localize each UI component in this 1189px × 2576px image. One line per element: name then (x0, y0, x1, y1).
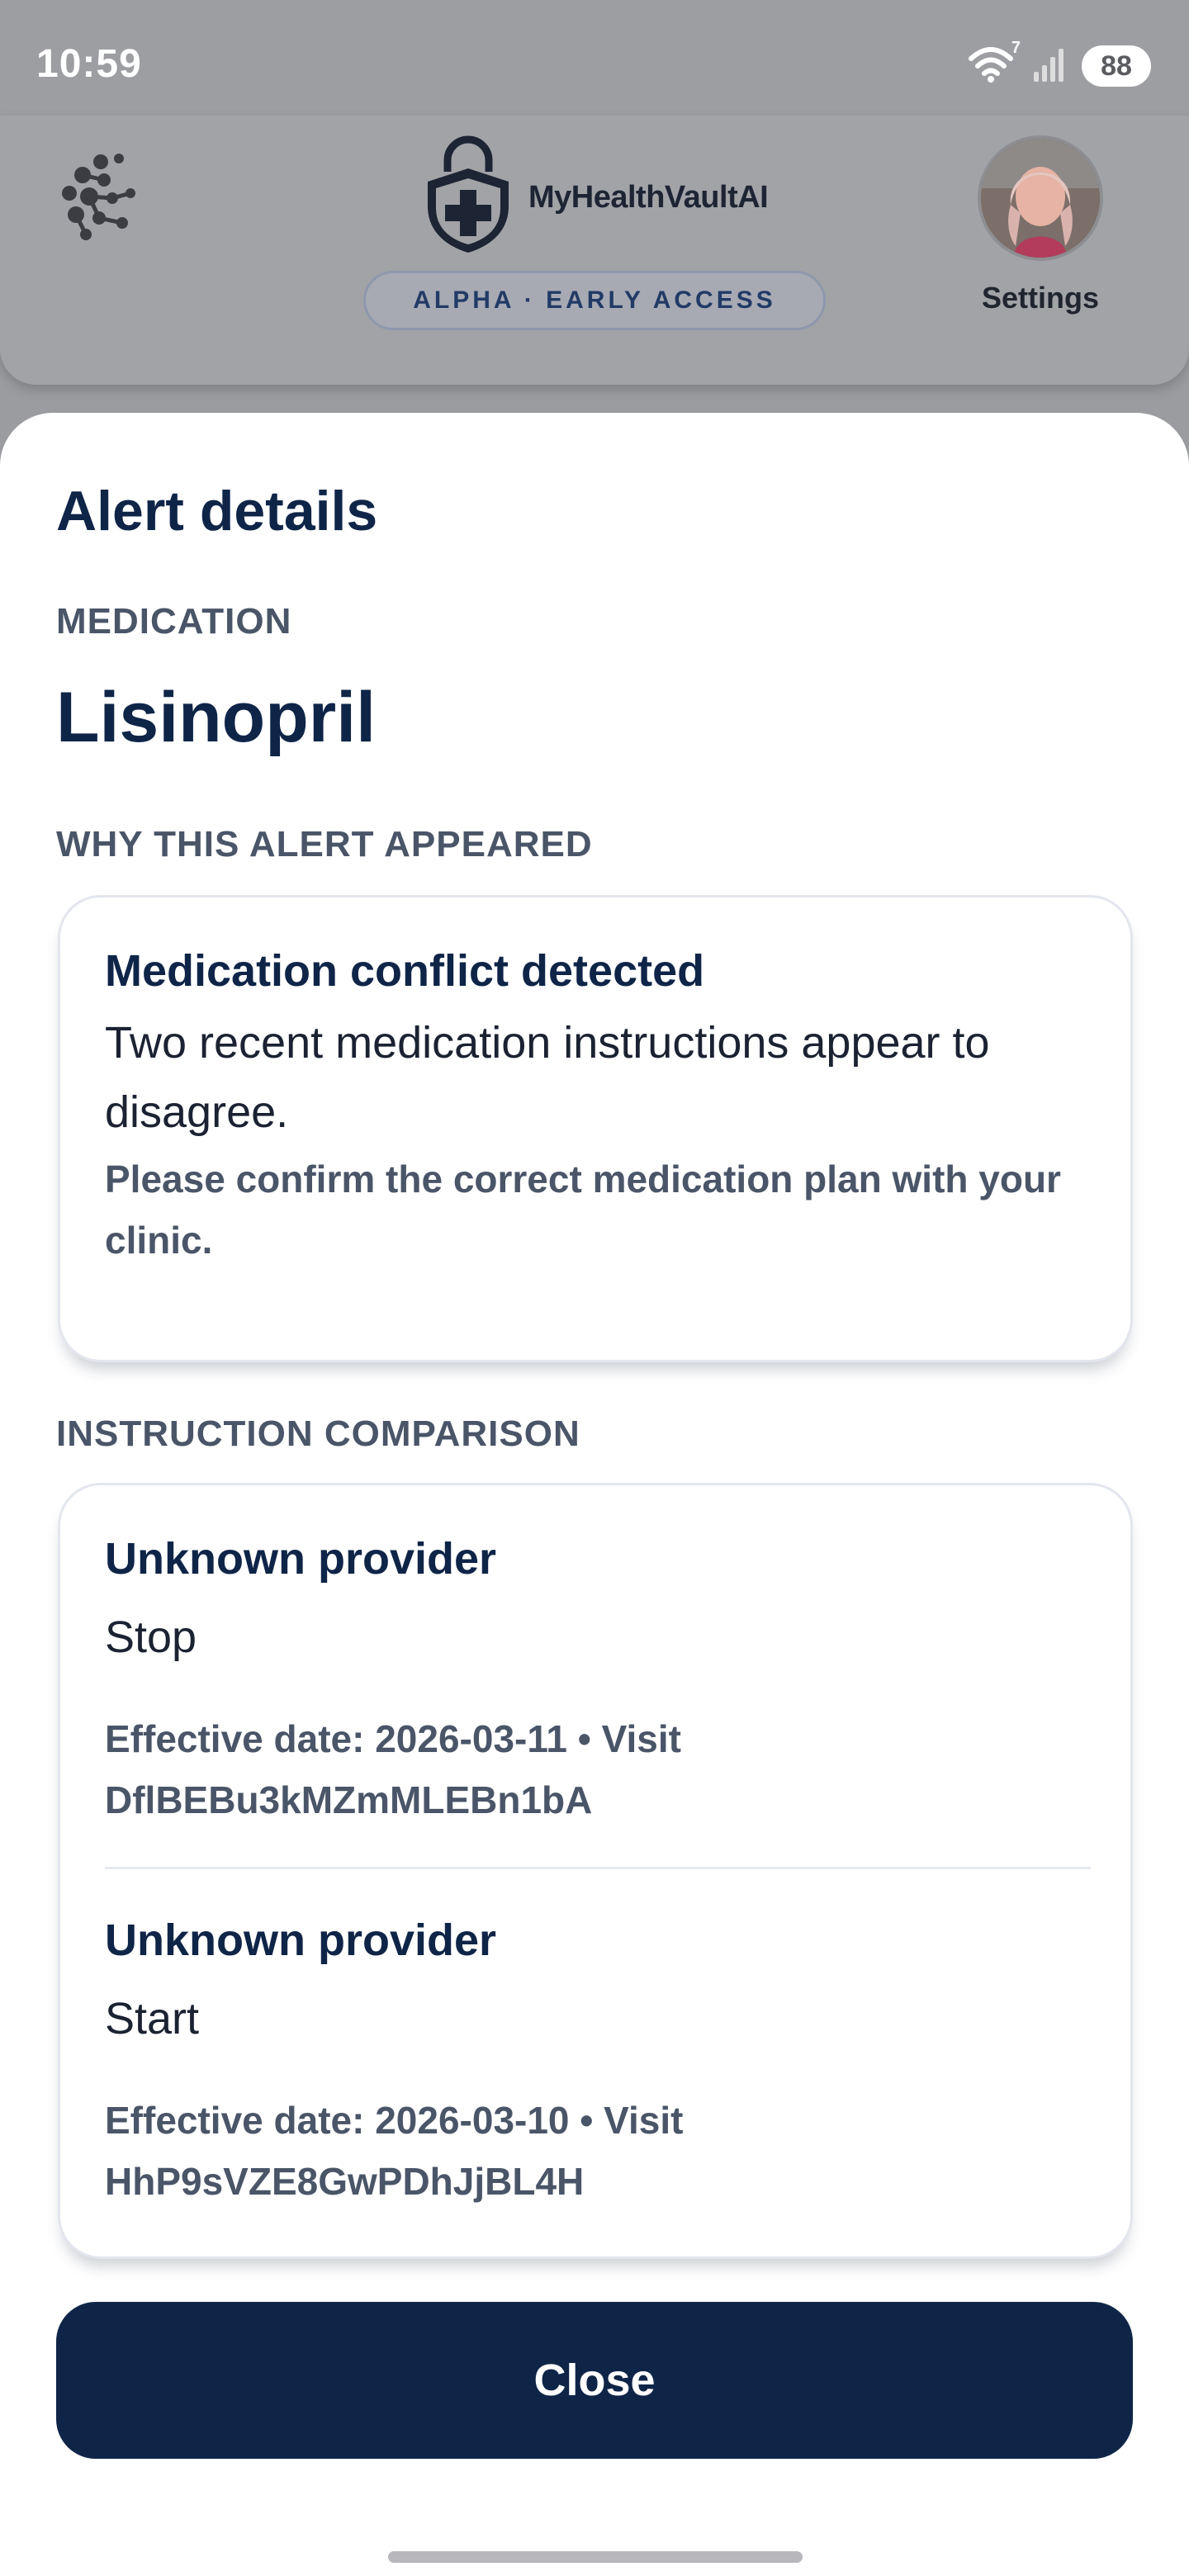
instruction-comparison-label: INSTRUCTION COMPARISON (56, 1413, 580, 1454)
alert-details-sheet: Alert details MEDICATION Lisinopril WHY … (0, 413, 1189, 2576)
medication-label: MEDICATION (56, 601, 292, 642)
app-logo: MyHealthVaultAI (419, 135, 769, 260)
avatar[interactable] (978, 135, 1103, 261)
close-button[interactable]: Close (56, 2302, 1133, 2459)
why-alert-label: WHY THIS ALERT APPEARED (56, 824, 593, 864)
sheet-title: Alert details (56, 480, 378, 542)
app-header: MyHealthVaultAI ALPHA · EARLY ACCESS Set… (0, 116, 1189, 385)
conflict-heading: Medication conflict detected (105, 946, 705, 996)
app-name: MyHealthVaultAI (528, 180, 769, 215)
medication-name: Lisinopril (56, 678, 376, 757)
brand-mark-icon[interactable] (51, 142, 142, 249)
battery-icon: 88 (1082, 45, 1151, 87)
instruction-comparison-card: Unknown provider Stop Effective date: 20… (58, 1483, 1133, 2259)
conflict-note: Please confirm the correct medication pl… (105, 1158, 1061, 1262)
signal-icon (1032, 45, 1068, 88)
home-indicator[interactable] (388, 2551, 803, 2563)
wifi-icon: 7 (968, 39, 1021, 87)
shield-cross-logo (419, 135, 517, 260)
alpha-badge: ALPHA · EARLY ACCESS (363, 271, 826, 330)
status-time: 10:59 (36, 42, 142, 86)
instruction-provider: Unknown provider (105, 1534, 497, 1584)
instruction-provider: Unknown provider (105, 1915, 497, 1965)
instruction-detail: Effective date: 2026-03-10 • Visit HhP9s… (105, 2099, 684, 2203)
status-icons: 7 88 (968, 39, 1151, 89)
wifi-badge: 7 (1011, 39, 1021, 57)
instruction-divider (105, 1867, 1091, 1869)
status-bar: 10:59 7 88 (0, 0, 1189, 116)
settings-label[interactable]: Settings (958, 281, 1123, 315)
instruction-action: Stop (105, 1612, 197, 1662)
conflict-body: Two recent medication instructions appea… (105, 1018, 990, 1137)
instruction-action: Start (105, 1994, 200, 2043)
instruction-detail: Effective date: 2026-03-11 • Visit DflBE… (105, 1717, 681, 1821)
conflict-card: Medication conflict detected Two recent … (58, 895, 1133, 1362)
